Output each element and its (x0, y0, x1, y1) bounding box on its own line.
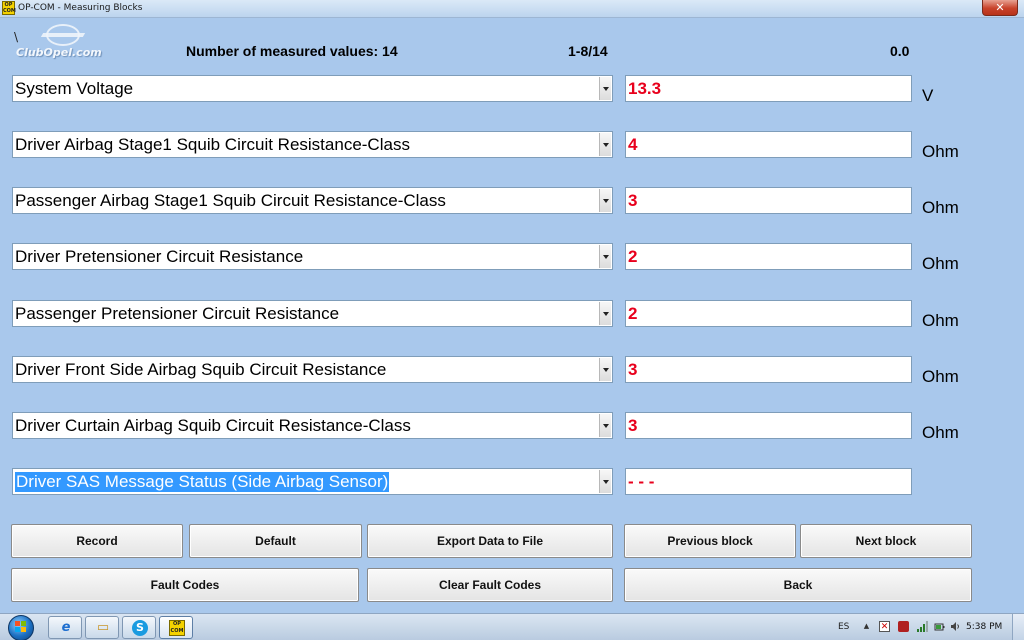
value-text: 13.3 (628, 79, 662, 98)
power-icon[interactable] (934, 621, 945, 632)
value-text: 3 (628, 191, 638, 210)
unit-label: Ohm (922, 198, 959, 217)
opcom-app-icon: OP COM (2, 1, 16, 15)
dropdown-arrow-icon[interactable] (599, 77, 611, 100)
value-text: 2 (628, 304, 638, 323)
dropdown-arrow-icon[interactable] (599, 302, 611, 325)
value-field: 3 (625, 187, 912, 214)
parameter-select[interactable]: Passenger Airbag Stage1 Squib Circuit Re… (12, 187, 613, 214)
measure-row-7: Driver Curtain Airbag Squib Circuit Resi… (0, 412, 1024, 442)
taskbar-opcom-button[interactable]: OP COM (159, 616, 193, 639)
taskbar: e ▭ S OP COM ES ▲ ✕ 5:38 PM (0, 613, 1024, 640)
record-button[interactable]: Record (11, 524, 183, 558)
skype-icon: S (132, 620, 148, 636)
value-field: 2 (625, 300, 912, 327)
dropdown-arrow-icon[interactable] (599, 245, 611, 268)
logo-bolt (40, 33, 86, 37)
parameter-select[interactable]: Driver Front Side Airbag Squib Circuit R… (12, 356, 613, 383)
folder-icon: ▭ (96, 620, 110, 635)
value-field: 4 (625, 131, 912, 158)
window-title: OP-COM - Measuring Blocks (18, 3, 143, 13)
value-field: 3 (625, 356, 912, 383)
fault-codes-button[interactable]: Fault Codes (11, 568, 359, 602)
parameter-select[interactable]: Driver Pretensioner Circuit Resistance (12, 243, 613, 270)
close-button[interactable]: ✕ (982, 0, 1018, 16)
unit-label: V (922, 86, 934, 105)
show-desktop-button[interactable] (1012, 614, 1024, 640)
unit-label: Ohm (922, 367, 959, 386)
value-text: - - - (628, 472, 655, 491)
parameter-select[interactable]: Driver SAS Message Status (Side Airbag S… (12, 468, 613, 495)
measure-row-2: Driver Airbag Stage1 Squib Circuit Resis… (0, 131, 1024, 161)
page-indicator: 1-8/14 (568, 43, 608, 59)
measure-row-5: Passenger Pretensioner Circuit Resistanc… (0, 300, 1024, 330)
unit-label: Ohm (922, 142, 959, 161)
parameter-label-selected: Driver SAS Message Status (Side Airbag S… (15, 472, 390, 492)
parameter-label: Passenger Pretensioner Circuit Resistanc… (15, 304, 340, 323)
taskbar-explorer-button[interactable]: ▭ (85, 616, 119, 639)
parameter-label: Driver Curtain Airbag Squib Circuit Resi… (15, 416, 411, 435)
unit-label: Ohm (922, 423, 959, 442)
action-center-icon[interactable]: ✕ (879, 621, 890, 632)
parameter-label: System Voltage (15, 79, 134, 98)
internet-explorer-icon: e (61, 620, 71, 635)
clock[interactable]: 5:38 PM (966, 622, 1002, 632)
parameter-select[interactable]: Driver Airbag Stage1 Squib Circuit Resis… (12, 131, 613, 158)
activity-indicator: \ (14, 30, 19, 44)
security-icon[interactable] (898, 621, 909, 632)
clear-fault-codes-button[interactable]: Clear Fault Codes (367, 568, 613, 602)
value-field: 13.3 (625, 75, 912, 102)
volume-icon[interactable] (950, 621, 961, 632)
value-text: 3 (628, 360, 638, 379)
clubopel-logo: \ ClubOpel.com (12, 20, 122, 62)
measure-row-4: Driver Pretensioner Circuit Resistance 2… (0, 243, 1024, 273)
back-button[interactable]: Back (624, 568, 972, 602)
parameter-select[interactable]: Driver Curtain Airbag Squib Circuit Resi… (12, 412, 613, 439)
logo-text: ClubOpel.com (16, 46, 102, 59)
network-icon[interactable] (917, 621, 928, 632)
value-field: 2 (625, 243, 912, 270)
time-value: 0.0 (890, 43, 910, 59)
value-text: 2 (628, 247, 638, 266)
value-text: 4 (628, 135, 638, 154)
value-field: 3 (625, 412, 912, 439)
export-data-button[interactable]: Export Data to File (367, 524, 613, 558)
start-button[interactable] (2, 614, 38, 640)
parameter-label: Driver Pretensioner Circuit Resistance (15, 247, 304, 266)
parameter-select[interactable]: Passenger Pretensioner Circuit Resistanc… (12, 300, 613, 327)
dropdown-arrow-icon[interactable] (599, 133, 611, 156)
dropdown-arrow-icon[interactable] (599, 470, 611, 493)
value-text: 3 (628, 416, 638, 435)
taskbar-skype-button[interactable]: S (122, 616, 156, 639)
opcom-icon: OP COM (169, 620, 185, 636)
measure-row-6: Driver Front Side Airbag Squib Circuit R… (0, 356, 1024, 386)
parameter-label: Passenger Airbag Stage1 Squib Circuit Re… (15, 191, 446, 210)
taskbar-ie-button[interactable]: e (48, 616, 82, 639)
windows-logo-icon (15, 621, 27, 633)
measure-row-8: Driver SAS Message Status (Side Airbag S… (0, 468, 1024, 498)
title-bar: OP COM OP-COM - Measuring Blocks ✕ (0, 0, 1024, 18)
dropdown-arrow-icon[interactable] (599, 189, 611, 212)
next-block-button[interactable]: Next block (800, 524, 972, 558)
language-indicator[interactable]: ES (838, 622, 849, 632)
value-field: - - - (625, 468, 912, 495)
measure-row-1: System Voltage 13.3 V (0, 75, 1024, 105)
measured-count-label: Number of measured values: 14 (186, 43, 398, 59)
parameter-label: Driver Front Side Airbag Squib Circuit R… (15, 360, 387, 379)
default-button[interactable]: Default (189, 524, 362, 558)
parameter-label: Driver Airbag Stage1 Squib Circuit Resis… (15, 135, 410, 154)
measure-row-3: Passenger Airbag Stage1 Squib Circuit Re… (0, 187, 1024, 217)
previous-block-button[interactable]: Previous block (624, 524, 796, 558)
dropdown-arrow-icon[interactable] (599, 414, 611, 437)
unit-label: Ohm (922, 311, 959, 330)
tray-expand-icon[interactable]: ▲ (861, 621, 872, 632)
unit-label: Ohm (922, 254, 959, 273)
dropdown-arrow-icon[interactable] (599, 358, 611, 381)
parameter-select[interactable]: System Voltage (12, 75, 613, 102)
